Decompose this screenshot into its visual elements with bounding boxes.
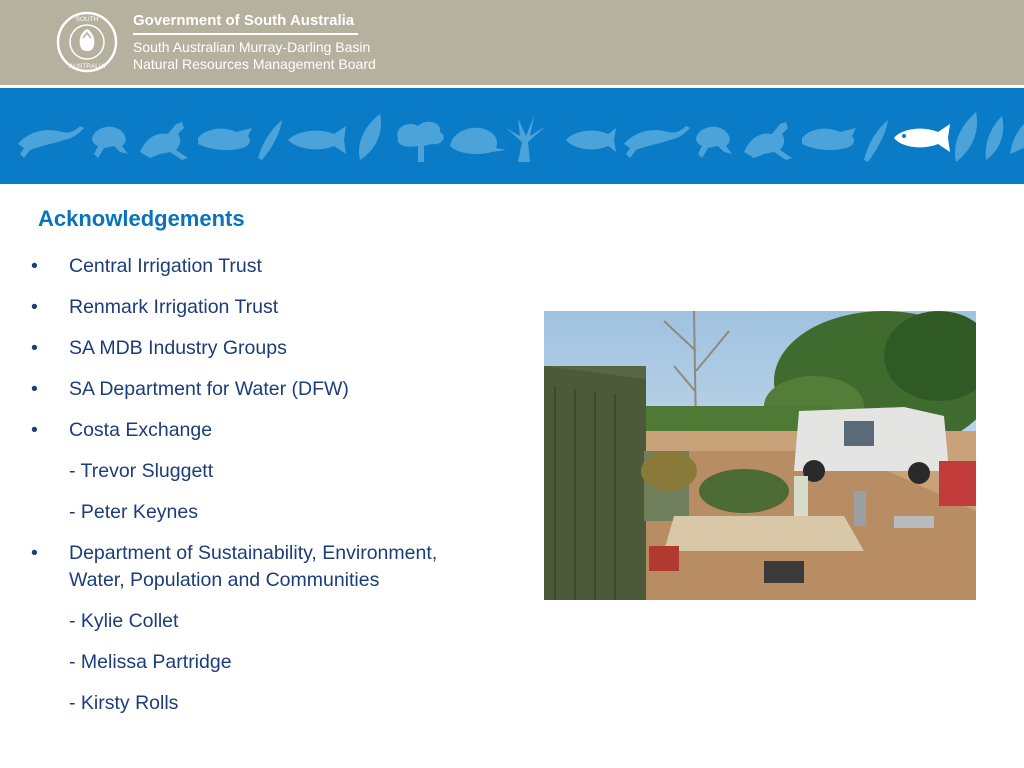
kangaroo-icon (744, 122, 792, 160)
bullet-marker: • (31, 378, 38, 400)
board-name-line-1: South Australian Murray-Darling Basin (133, 39, 371, 55)
lizard-icon (18, 126, 84, 158)
gum-leaf-icon (954, 112, 1024, 162)
irrigation-site-photo (544, 311, 976, 600)
sub-list-item: - Kylie Collet (69, 610, 179, 632)
sub-list-item: - Peter Keynes (69, 501, 198, 523)
list-item: Renmark Irrigation Trust (69, 296, 279, 318)
bullet-marker: • (31, 255, 38, 277)
wheat-icon (864, 120, 888, 162)
list-item: Costa Exchange (69, 419, 213, 441)
bullet-marker: • (31, 542, 38, 564)
government-title: Government of South Australia (133, 12, 355, 29)
frog-icon (92, 126, 128, 158)
leaf-icon (258, 120, 282, 160)
list-item: Department of Sustainability, Environmen… (69, 542, 438, 564)
frog-icon (696, 126, 732, 158)
grass-tree-icon (506, 116, 546, 162)
bullet-marker: • (31, 296, 38, 318)
list-item: Central Irrigation Trust (69, 255, 262, 277)
gum-leaf-icon (358, 114, 382, 160)
bird-icon (198, 128, 252, 151)
list-item: SA Department for Water (DFW) (69, 378, 349, 400)
sa-crest-logo: SOUTH AUSTRALIA (56, 11, 118, 73)
lizard-icon (624, 126, 690, 158)
slide-title: Acknowledgements (38, 206, 245, 231)
fish-icon (288, 126, 346, 154)
board-name-line-2: Natural Resources Management Board (133, 56, 376, 72)
title-divider (133, 33, 358, 35)
svg-text:SOUTH: SOUTH (76, 16, 99, 23)
sub-list-item: - Kirsty Rolls (69, 692, 179, 714)
bullet-marker: • (31, 337, 38, 359)
wildlife-banner (0, 88, 1024, 184)
sub-list-item: - Trevor Sluggett (69, 460, 214, 482)
highlight-fish-icon (894, 124, 950, 152)
fish-icon (566, 128, 616, 152)
tree-icon (397, 121, 444, 162)
echidna-icon (450, 127, 506, 154)
list-item: SA MDB Industry Groups (69, 337, 287, 359)
list-item-continuation: Water, Population and Communities (69, 569, 380, 591)
bird-icon (802, 128, 856, 151)
kangaroo-icon (140, 122, 188, 160)
sub-list-item: - Melissa Partridge (69, 651, 232, 673)
bullet-marker: • (31, 419, 38, 441)
header-bar: SOUTH AUSTRALIA Government of South Aust… (0, 0, 1024, 85)
svg-text:AUSTRALIA: AUSTRALIA (69, 63, 106, 70)
